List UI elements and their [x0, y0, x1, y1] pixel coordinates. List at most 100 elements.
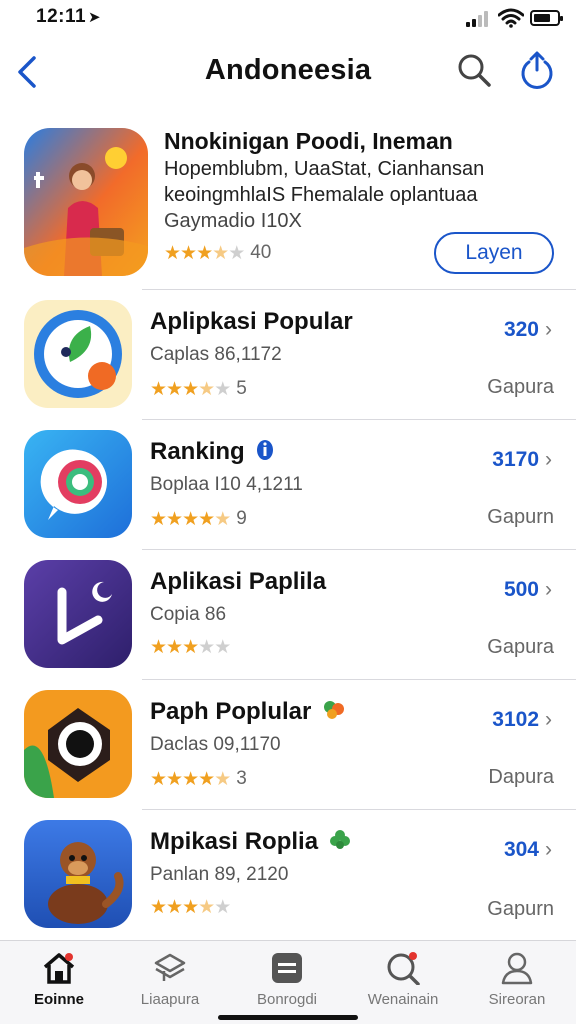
- tab-profile[interactable]: Sireoran: [462, 951, 572, 1008]
- rating-count: 5: [236, 378, 247, 399]
- app-icon: [24, 690, 132, 798]
- star-icon: ★: [182, 897, 199, 918]
- star-icon: ★: [228, 242, 245, 264]
- app-price[interactable]: 500 ›: [504, 578, 552, 602]
- tab-search[interactable]: Wenainain: [348, 951, 458, 1008]
- home-indicator: [218, 1015, 358, 1020]
- star-icon: ★: [214, 768, 231, 790]
- chevron-right-icon: ›: [545, 448, 552, 471]
- star-icon: ★: [166, 508, 183, 530]
- star-icon: ★: [166, 897, 183, 918]
- star-icon: ★: [182, 508, 199, 530]
- app-action[interactable]: Gapura: [487, 636, 554, 659]
- star-rating: ★ ★ ★ ★ ★: [150, 637, 231, 658]
- star-icon: ★: [164, 242, 181, 264]
- tab-apps[interactable]: Liaapura: [115, 951, 225, 1008]
- rating-count: 3: [236, 768, 247, 789]
- app-action[interactable]: Gapurn: [487, 506, 554, 529]
- app-row[interactable]: Mpikasi Roplia Panlan 89, 2120 ★ ★ ★ ★ ★ 304…: [0, 810, 576, 940]
- star-icon: ★: [214, 897, 231, 918]
- featured-app-row[interactable]: Nnokinigan Poodi, Ineman Hopemblubm, Uaa…: [0, 118, 576, 290]
- star-icon: ★: [166, 637, 183, 658]
- star-icon: ★: [198, 897, 215, 918]
- share-icon[interactable]: [518, 50, 556, 90]
- tab-home[interactable]: Eoinne: [4, 951, 114, 1008]
- star-icon: ★: [180, 242, 197, 264]
- status-time: 12:11 ➤: [36, 6, 102, 27]
- featured-app-name: Nnokinigan Poodi, Ineman: [164, 128, 453, 154]
- app-row[interactable]: Aplikasi Paplila Copia 86 ★ ★ ★ ★ ★ 500 › Gap…: [0, 550, 576, 680]
- app-name: Aplikasi Paplila: [150, 568, 327, 595]
- app-subtitle: Daclas 09,1170: [150, 734, 281, 755]
- star-rating: ★ ★ ★ ★ ★: [150, 378, 231, 400]
- star-icon: ★: [214, 508, 231, 530]
- star-icon: ★: [182, 768, 199, 790]
- app-action[interactable]: Gapurn: [487, 898, 554, 921]
- app-rating: ★ ★ ★ ★ ★ 3: [150, 768, 247, 790]
- app-row[interactable]: Aplipkasi Popular Caplas 86,1172 ★ ★ ★ ★ ★ 5…: [0, 290, 576, 420]
- star-icon: ★: [150, 637, 167, 658]
- tab-label: Liaapura: [140, 991, 200, 1008]
- search-icon[interactable]: [456, 52, 492, 88]
- star-icon: ★: [166, 768, 183, 790]
- list-icon: [272, 953, 302, 983]
- star-icon: ★: [214, 637, 231, 658]
- wifi-icon: [498, 8, 524, 28]
- tab-bar: Eoinne Liaapura Bonrogdi Wenainain Sireo…: [0, 940, 576, 1024]
- app-price[interactable]: 3170 ›: [492, 448, 552, 472]
- star-icon: ★: [198, 508, 215, 530]
- star-rating: ★ ★ ★ ★ ★: [150, 897, 231, 918]
- chevron-right-icon: ›: [545, 838, 552, 861]
- star-rating: ★ ★ ★ ★ ★: [150, 768, 231, 790]
- app-icon: [24, 430, 132, 538]
- tab-list[interactable]: Bonrogdi: [232, 951, 342, 1008]
- leaf-badge-icon: [324, 701, 345, 719]
- app-row[interactable]: Paph Poplular Daclas 09,1170 ★ ★ ★ ★ ★ 3 310…: [0, 680, 576, 810]
- star-icon: ★: [198, 768, 215, 790]
- featured-app-line1: Hopemblubm, UaaStat, Cianhansan: [164, 158, 485, 180]
- featured-app-line2: keoingmhlaIS Fhemalale oplantuaa: [164, 184, 478, 206]
- app-subtitle: Caplas 86,1172: [150, 344, 282, 365]
- app-rating: ★ ★ ★ ★ ★ 5: [150, 378, 247, 400]
- star-icon: ★: [150, 378, 167, 400]
- get-button[interactable]: Layen: [434, 232, 554, 274]
- tab-label: Sireoran: [488, 991, 546, 1008]
- star-icon: ★: [182, 378, 199, 400]
- navigation-bar: Andoneesia: [0, 44, 576, 100]
- battery-icon: [530, 10, 563, 26]
- clover-badge-icon: [329, 830, 350, 849]
- app-action[interactable]: Dapura: [488, 766, 554, 789]
- star-rating: ★ ★ ★ ★ ★: [150, 508, 231, 530]
- app-price[interactable]: 320 ›: [504, 318, 552, 342]
- app-name: Paph Poplular: [150, 698, 346, 726]
- rating-count: 9: [236, 508, 247, 529]
- app-rating: ★ ★ ★ ★ ★ 9: [150, 508, 247, 530]
- star-icon: ★: [150, 768, 167, 790]
- rating-count: 40: [250, 242, 272, 263]
- app-subtitle: Boplaa I10 4,1211: [150, 474, 303, 495]
- app-name: Aplipkasi Popular: [150, 308, 353, 335]
- home-icon: [43, 953, 75, 984]
- app-action[interactable]: Gapura: [487, 376, 554, 399]
- cellular-signal-icon: [466, 11, 492, 27]
- search-icon: [387, 952, 420, 985]
- chevron-right-icon: ›: [545, 318, 552, 341]
- featured-app-icon: [24, 128, 148, 276]
- tab-label: Eoinne: [33, 991, 84, 1008]
- app-name: Mpikasi Roplia: [150, 828, 351, 856]
- location-arrow-icon: ➤: [88, 9, 102, 26]
- tab-label: Bonrogdi: [256, 991, 318, 1008]
- chevron-right-icon: ›: [545, 708, 552, 731]
- app-icon: [24, 300, 132, 408]
- app-row[interactable]: Ranking Boplaa I10 4,1211 ★ ★ ★ ★ ★ 9 3170 › …: [0, 420, 576, 550]
- star-rating: ★ ★ ★ ★ ★: [164, 242, 245, 264]
- app-rating: ★ ★ ★ ★ ★: [150, 898, 236, 917]
- apps-icon: [154, 953, 186, 981]
- star-icon: ★: [198, 637, 215, 658]
- profile-icon: [501, 952, 533, 985]
- app-icon: [24, 820, 132, 928]
- app-price[interactable]: 3102 ›: [492, 708, 552, 732]
- app-price[interactable]: 304 ›: [504, 838, 552, 862]
- app-icon: [24, 560, 132, 668]
- app-rating: ★ ★ ★ ★ ★: [150, 638, 236, 657]
